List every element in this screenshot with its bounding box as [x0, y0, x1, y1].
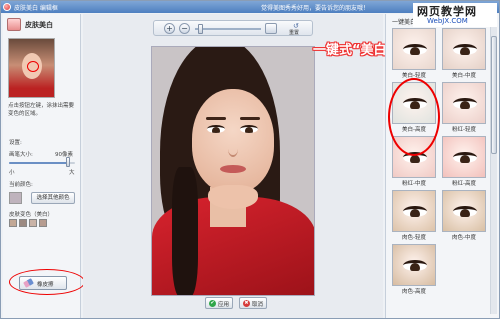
- brush-size-slider-track[interactable]: [9, 162, 75, 164]
- eraser-button-label: 橡皮擦: [37, 282, 54, 288]
- thumbnail-highlight-circle: [27, 61, 39, 72]
- effect-label: 肉色-轻度: [402, 235, 426, 241]
- effect-thumbnail: [392, 190, 436, 232]
- effect-thumbnail: [392, 28, 436, 70]
- apply-button[interactable]: ✔ 应用: [205, 297, 233, 309]
- eraser-button[interactable]: 橡皮擦: [19, 276, 67, 290]
- effect-item[interactable]: 肉色-中度: [442, 190, 486, 241]
- window-title: 皮肤美白 编辑框: [14, 5, 58, 12]
- photo-right-brow: [240, 117, 260, 120]
- effect-item[interactable]: 美白-中度: [442, 28, 486, 79]
- zoom-slider-thumb[interactable]: [198, 24, 203, 34]
- brush-size-slider-thumb[interactable]: [66, 157, 71, 167]
- brush-size-value: 90像素: [55, 152, 73, 158]
- photo-nose: [228, 141, 238, 157]
- zoom-toolbar: + − ↺ 重置: [153, 20, 313, 36]
- skin-color-swatch[interactable]: [39, 219, 47, 227]
- watermark-url: WebJX.COM: [427, 17, 468, 25]
- zoom-out-button[interactable]: −: [179, 23, 190, 34]
- photo-left-brow: [206, 117, 226, 120]
- effect-label: 粉红-中度: [402, 181, 426, 187]
- right-panel: 一键美白 美白-轻度 美白-中度 美白-高度 粉红-轻度 粉红-中度 粉红-高度 肉色-轻度…: [385, 14, 499, 318]
- effect-eye-icon: [453, 152, 477, 163]
- current-color-label: 当前颜色:: [9, 182, 33, 188]
- canvas-area: + − ↺ 重置 ✔ 应用 ✖ 取消: [83, 14, 383, 318]
- reset-button[interactable]: ↺ 重置: [286, 22, 310, 36]
- choose-color-button[interactable]: 选择其他颜色: [31, 192, 75, 204]
- effect-eye-icon: [403, 206, 427, 217]
- slider-min-label: 小: [9, 170, 15, 176]
- effect-thumbnail: [392, 244, 436, 286]
- effect-item[interactable]: 粉红-轻度: [442, 82, 486, 133]
- skin-whitening-icon: [7, 18, 21, 31]
- apply-button-label: 应用: [218, 302, 230, 308]
- preview-thumbnail: [8, 38, 55, 98]
- photo-face: [192, 89, 274, 193]
- ad-text: 觉得美图秀秀好用，要告诉您的朋友哦！: [261, 5, 370, 12]
- editor-window: 皮肤美白 编辑框 觉得美图秀秀好用，要告诉您的朋友哦！ 皮肤美白 点击按钮左键，…: [0, 0, 500, 319]
- effect-thumbnail: [442, 190, 486, 232]
- effect-label: 肉色-中度: [452, 235, 476, 241]
- effect-eye-icon: [453, 206, 477, 217]
- cancel-button-label: 取消: [252, 302, 264, 308]
- effect-label: 粉红-高度: [452, 181, 476, 187]
- fit-to-window-button[interactable]: [265, 23, 277, 34]
- zoom-slider-track[interactable]: [195, 28, 261, 30]
- watermark: 网页教学网 WebJX.COM: [413, 3, 497, 27]
- photo-right-eye: [240, 125, 258, 133]
- skin-color-swatch[interactable]: [9, 219, 17, 227]
- settings-label: 设置:: [9, 140, 22, 146]
- effect-thumbnail: [442, 28, 486, 70]
- effect-item[interactable]: 肉色-轻度: [392, 190, 436, 241]
- effect-item[interactable]: 肉色-高度: [392, 244, 436, 295]
- skin-color-swatch[interactable]: [19, 219, 27, 227]
- effect-label: 美白-中度: [452, 73, 476, 79]
- app-icon: [3, 3, 11, 11]
- eraser-icon: [23, 278, 34, 288]
- cancel-button[interactable]: ✖ 取消: [239, 297, 267, 309]
- effect-label: 肉色-高度: [402, 289, 426, 295]
- cancel-icon: ✖: [243, 300, 250, 307]
- effect-item[interactable]: 美白-轻度: [392, 28, 436, 79]
- photo-left-eye: [207, 125, 225, 133]
- effect-thumbnail: [442, 136, 486, 178]
- photo-canvas[interactable]: [151, 46, 315, 296]
- left-panel: 皮肤美白 点击按钮左键，涂抹出需要变色的区域。 设置: 画笔大小: 90像素 小…: [3, 14, 85, 318]
- effect-eye-icon: [403, 44, 427, 55]
- reset-label: 重置: [289, 30, 300, 36]
- effect-eye-icon: [453, 44, 477, 55]
- brush-size-label: 画笔大小:: [9, 152, 33, 158]
- effect-label: 粉红-轻度: [452, 127, 476, 133]
- annotation-circle: [388, 78, 440, 156]
- skin-color-label: 皮肤变色（美白）: [9, 212, 54, 218]
- effect-eye-icon: [453, 98, 477, 109]
- photo-lips: [220, 165, 246, 173]
- tool-name: 皮肤美白: [25, 21, 53, 29]
- skin-color-swatch[interactable]: [29, 219, 37, 227]
- zoom-in-button[interactable]: +: [164, 23, 175, 34]
- effects-scrollbar[interactable]: [490, 24, 497, 314]
- photo-hand: [208, 185, 258, 209]
- effect-thumbnail: [442, 82, 486, 124]
- photo-hair-strand: [172, 167, 198, 295]
- annotation-text: 一键式“美白”: [313, 43, 396, 58]
- hint-text: 点击按钮左键，涂抹出需要变色的区域。: [8, 103, 75, 117]
- effect-eye-icon: [403, 260, 427, 271]
- effects-scroll-thumb[interactable]: [491, 36, 497, 154]
- effect-item[interactable]: 粉红-高度: [442, 136, 486, 187]
- slider-max-label: 大: [69, 170, 75, 176]
- check-icon: ✔: [209, 300, 216, 307]
- brush-size-slider-fill: [9, 162, 69, 164]
- current-color-swatch: [9, 192, 22, 204]
